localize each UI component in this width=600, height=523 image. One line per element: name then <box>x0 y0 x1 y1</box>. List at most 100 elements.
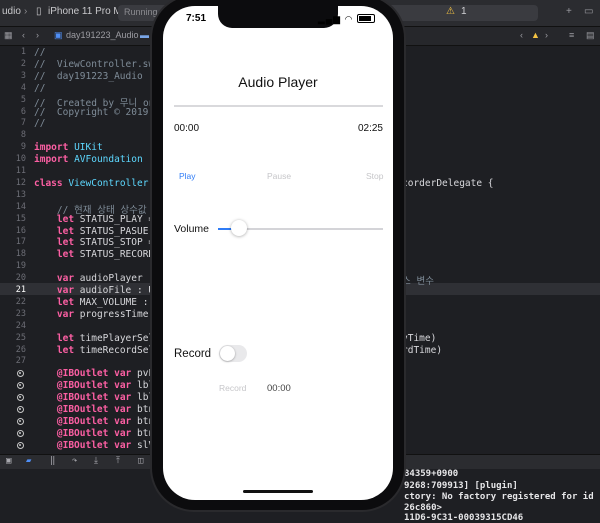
warning-icon[interactable]: ⚠ <box>446 6 455 17</box>
console-line: ctory: No factory registered for id <box>404 492 594 502</box>
app-screen: 7:51 ▂▄▆ ◠ Audio Player 00:00 02:25 Play… <box>163 6 393 500</box>
code-line: // day191223_Audio <box>34 70 143 82</box>
folder-icon: ▬ <box>140 30 149 40</box>
code-line: import UIKit <box>34 142 103 154</box>
code-line: var audioFile : URL <box>56 285 166 296</box>
code-line: @IBOutlet var btnSt <box>56 427 166 439</box>
line-number: 25 <box>15 332 26 343</box>
record-time-label: 00:00 <box>267 383 291 394</box>
code-fragment: corderDelegate { <box>402 178 494 189</box>
line-number: 14 <box>15 201 26 212</box>
related-items-icon[interactable]: ≡ <box>569 30 574 40</box>
status-icons: ▂▄▆ ◠ <box>318 14 375 25</box>
back-icon[interactable]: ‹ <box>22 30 25 40</box>
grid-icon[interactable]: ▦ <box>4 30 13 41</box>
console-line: 26c860> <box>404 503 442 513</box>
console-line: 11D6-9C31-00039315CD46 <box>404 513 524 523</box>
code-line: var audioPlayer : A <box>56 273 166 285</box>
issue-warning-icon[interactable]: ▲ <box>531 30 540 40</box>
code-line: // <box>34 47 46 58</box>
jump-bar-project[interactable]: day191223_Audio <box>66 30 139 40</box>
line-number: 17 <box>15 237 26 248</box>
scheme-label[interactable]: udio <box>2 6 21 17</box>
end-time-label: 02:25 <box>357 123 383 134</box>
record-label: Record <box>174 348 212 360</box>
step-over-icon[interactable]: ↷ <box>72 456 77 466</box>
project-icon: ▣ <box>54 30 63 40</box>
line-number: 7 <box>20 118 26 129</box>
code-line: // <box>34 82 46 94</box>
code-line: let STATUS_PLAY = 0 <box>56 213 166 225</box>
layout-toggle-icon[interactable]: ▭ <box>584 6 593 17</box>
stop-button[interactable]: Stop <box>366 171 384 181</box>
add-icon[interactable]: + <box>566 6 572 17</box>
line-number: 27 <box>15 356 26 367</box>
code-line: let timePlayerSelec <box>56 332 166 344</box>
volume-label: Volume <box>174 223 210 235</box>
line-number: 18 <box>15 249 26 260</box>
record-switch-knob <box>220 346 235 361</box>
console-line: 84359+0900 <box>404 469 459 479</box>
code-line: let MAX_VOLUME : Fl <box>56 296 166 308</box>
line-number: 20 <box>15 273 26 284</box>
iphone-icon: ▯ <box>36 6 42 17</box>
pause-button[interactable]: Pause <box>267 171 291 181</box>
line-number: 16 <box>15 225 26 236</box>
line-number: 2 <box>20 58 26 69</box>
code-line: let STATUS_STOP = 2 <box>56 237 166 249</box>
code-line: let STATUS_PASUE = <box>56 225 160 237</box>
outlet-connection-icon[interactable] <box>17 441 24 449</box>
breakpoints-icon[interactable]: ▰ <box>26 456 31 466</box>
line-number: 5 <box>20 94 26 105</box>
chevron-right-icon: › <box>24 6 28 17</box>
hide-debug-icon[interactable]: ▣ <box>6 456 11 466</box>
outlet-connection-icon[interactable] <box>17 394 24 402</box>
line-number: 15 <box>15 213 26 224</box>
chevron-left-icon[interactable]: ‹ <box>520 30 523 40</box>
line-number: 8 <box>20 130 26 141</box>
outlet-connection-icon[interactable] <box>17 382 24 390</box>
line-number: 1 <box>20 47 26 57</box>
line-number: 22 <box>15 296 26 307</box>
outlet-connection-icon[interactable] <box>17 370 24 378</box>
line-number: 10 <box>15 154 26 165</box>
code-line: @IBOutlet var pvPro <box>56 368 166 380</box>
record-button[interactable]: Record <box>219 383 246 393</box>
code-line: let STATUS_RECORD = <box>56 249 166 261</box>
playback-progress <box>174 105 383 107</box>
chevron-right-icon[interactable]: › <box>545 30 548 40</box>
line-number: 9 <box>20 142 26 153</box>
forward-icon[interactable]: › <box>36 30 39 40</box>
signal-icon: ▂▄▆ <box>317 14 342 24</box>
status-time: 7:51 <box>186 13 207 24</box>
outlet-connection-icon[interactable] <box>17 429 24 437</box>
code-line: @IBOutlet var lblCu <box>56 380 166 392</box>
code-line: @IBOutlet var btnPl <box>56 404 166 415</box>
outlet-connection-icon[interactable] <box>17 417 24 425</box>
step-out-icon[interactable]: ⤒ <box>116 456 120 466</box>
line-number: 26 <box>15 344 26 355</box>
record-switch[interactable] <box>219 345 247 362</box>
step-in-icon[interactable]: ⤓ <box>94 456 98 466</box>
code-line: // <box>34 118 46 130</box>
line-number: 12 <box>15 177 26 188</box>
code-line: class ViewController: U <box>34 177 166 189</box>
code-line: @IBOutlet var slVol <box>56 439 166 451</box>
view-debugger-icon[interactable]: ◫ <box>138 456 143 466</box>
play-button[interactable]: Play <box>179 171 196 181</box>
code-line: var progressTimer : <box>56 308 166 320</box>
line-number: 11 <box>15 166 26 176</box>
line-number: 4 <box>20 82 26 93</box>
line-number: 3 <box>20 70 26 81</box>
warning-count: 1 <box>461 6 467 17</box>
pause-icon[interactable]: ‖ <box>50 456 55 466</box>
outlet-connection-icon[interactable] <box>17 406 24 413</box>
code-line: @IBOutlet var btnPa <box>56 415 166 427</box>
code-line: // Copyright © 2019 co <box>34 106 166 118</box>
editor-options-icon[interactable]: ▤ <box>586 30 595 41</box>
iphone-simulator: 7:51 ▂▄▆ ◠ Audio Player 00:00 02:25 Play… <box>152 0 404 510</box>
wifi-icon: ◠ <box>344 14 354 24</box>
volume-slider-thumb[interactable] <box>231 220 248 236</box>
code-line: // ViewController.swif <box>34 58 166 70</box>
code-fragment: rdTime) <box>402 345 443 356</box>
